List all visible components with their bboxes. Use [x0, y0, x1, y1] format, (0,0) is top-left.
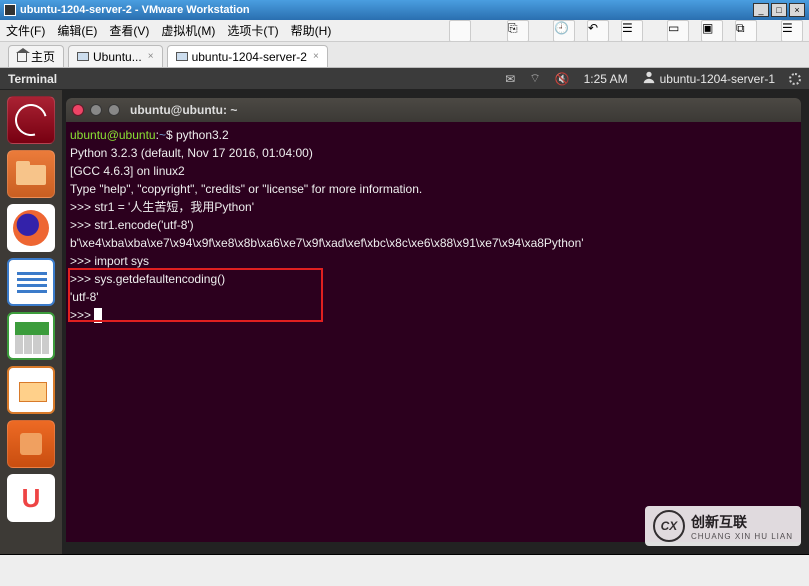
active-app-name: Terminal: [8, 72, 491, 86]
highlight-box: [68, 268, 323, 322]
fullscreen-button[interactable]: ▭: [667, 20, 689, 42]
send-ctrl-alt-del-button[interactable]: ⎘: [507, 20, 529, 42]
tab-ubuntu-close[interactable]: ×: [148, 51, 154, 62]
tab-ubuntu-label: Ubuntu...: [93, 50, 142, 64]
shell-command: python3.2: [176, 128, 229, 142]
terminal-close-button[interactable]: [72, 104, 84, 116]
ubuntu-top-panel: Terminal ✉ ⌔ 🔇 1:25 AM ubuntu-1204-serve…: [0, 68, 809, 90]
thumbnail-button[interactable]: ⧉: [735, 20, 757, 42]
clock[interactable]: 1:25 AM: [584, 72, 628, 86]
python-banner-3: Type "help", "copyright", "credits" or "…: [70, 182, 422, 196]
volume-icon[interactable]: 🔇: [555, 72, 570, 86]
firefox-launcher[interactable]: [7, 204, 55, 252]
watermark-line2: CHUANG XIN HU LIAN: [691, 532, 793, 541]
dash-button[interactable]: [7, 96, 55, 144]
menu-tabs[interactable]: 选项卡(T): [227, 22, 278, 39]
python-banner-2: [GCC 4.6.3] on linux2: [70, 164, 185, 178]
snapshot-take-button[interactable]: 🕘: [553, 20, 575, 42]
vmware-title: ubuntu-1204-server-2 - VMware Workstatio…: [20, 4, 753, 16]
terminal-body[interactable]: ubuntu@ubuntu:~$ python3.2 Python 3.2.3 …: [66, 122, 801, 542]
maximize-button[interactable]: □: [771, 3, 787, 17]
menu-vm[interactable]: 虚拟机(M): [161, 22, 215, 39]
ubuntu-desktop: ubuntu@ubuntu: ~ ubuntu@ubuntu:~$ python…: [0, 90, 809, 555]
watermark-line1: 创新互联: [691, 512, 793, 532]
tab-active-close[interactable]: ×: [313, 51, 319, 62]
tab-ubuntu[interactable]: Ubuntu... ×: [68, 45, 163, 67]
software-center-launcher[interactable]: [7, 420, 55, 468]
prompt-path: ~: [159, 128, 166, 142]
menu-help[interactable]: 帮助(H): [291, 22, 332, 39]
terminal-maximize-button[interactable]: [108, 104, 120, 116]
prompt-user: ubuntu@ubuntu: [70, 128, 156, 142]
wifi-icon[interactable]: ⌔: [529, 71, 540, 86]
monitor-icon: [176, 52, 188, 61]
menu-edit[interactable]: 编辑(E): [57, 22, 97, 39]
close-button[interactable]: ×: [789, 3, 805, 17]
terminal-window: ubuntu@ubuntu: ~ ubuntu@ubuntu:~$ python…: [62, 90, 809, 554]
libreoffice-writer-launcher[interactable]: [7, 258, 55, 306]
libreoffice-impress-launcher[interactable]: [7, 366, 55, 414]
mail-icon[interactable]: ✉: [505, 72, 515, 86]
person-icon: [642, 70, 656, 87]
py-prompt: >>>: [70, 200, 94, 214]
vmware-tabs: 主页 Ubuntu... × ubuntu-1204-server-2 ×: [0, 42, 809, 68]
vmware-icon: [4, 4, 16, 16]
vmware-menubar: 文件(F) 编辑(E) 查看(V) 虚拟机(M) 选项卡(T) 帮助(H) ⎘ …: [0, 20, 809, 42]
python-banner-1: Python 3.2.3 (default, Nov 17 2016, 01:0…: [70, 146, 313, 160]
unity-launcher: [0, 90, 62, 554]
vmware-titlebar: ubuntu-1204-server-2 - VMware Workstatio…: [0, 0, 809, 20]
user-menu[interactable]: ubuntu-1204-server-1: [642, 70, 775, 87]
tab-ubuntu-1204-server-2[interactable]: ubuntu-1204-server-2 ×: [167, 45, 328, 67]
firefox-icon: [13, 210, 49, 246]
menu-view[interactable]: 查看(V): [109, 22, 149, 39]
snapshot-manage-button[interactable]: ☰: [621, 20, 643, 42]
py-output-2: b'\xe4\xba\xba\xe7\x94\x9f\xe8\x8b\xa6\x…: [70, 236, 584, 250]
py-line-3: import sys: [94, 254, 149, 268]
monitor-icon: [77, 52, 89, 61]
tab-active-label: ubuntu-1204-server-2: [192, 50, 307, 64]
files-launcher[interactable]: [7, 150, 55, 198]
minimize-button[interactable]: _: [753, 3, 769, 17]
terminal-title: ubuntu@ubuntu: ~: [130, 103, 237, 117]
unity-button[interactable]: ▣: [701, 20, 723, 42]
home-icon: [17, 52, 27, 62]
user-name: ubuntu-1204-server-1: [660, 72, 775, 86]
ubuntu-one-launcher[interactable]: [7, 474, 55, 522]
watermark-icon: CX: [653, 510, 685, 542]
py-prompt: >>>: [70, 218, 94, 232]
ubuntu-swirl-icon: [9, 98, 53, 142]
libreoffice-calc-launcher[interactable]: [7, 312, 55, 360]
tab-home[interactable]: 主页: [8, 45, 64, 67]
gear-icon[interactable]: [789, 73, 801, 85]
pause-vm-button[interactable]: [449, 20, 471, 42]
snapshot-revert-button[interactable]: ↶: [587, 20, 609, 42]
menu-file[interactable]: 文件(F): [6, 22, 45, 39]
terminal-titlebar[interactable]: ubuntu@ubuntu: ~: [66, 98, 801, 122]
terminal-minimize-button[interactable]: [90, 104, 102, 116]
watermark: CX 创新互联 CHUANG XIN HU LIAN: [645, 506, 801, 546]
library-button[interactable]: ☰: [781, 20, 803, 42]
py-line-1: str1 = '人生苦短，我用Python': [94, 200, 254, 214]
tab-home-label: 主页: [31, 48, 55, 65]
py-prompt: >>>: [70, 254, 94, 268]
py-line-2: str1.encode('utf-8'): [94, 218, 193, 232]
